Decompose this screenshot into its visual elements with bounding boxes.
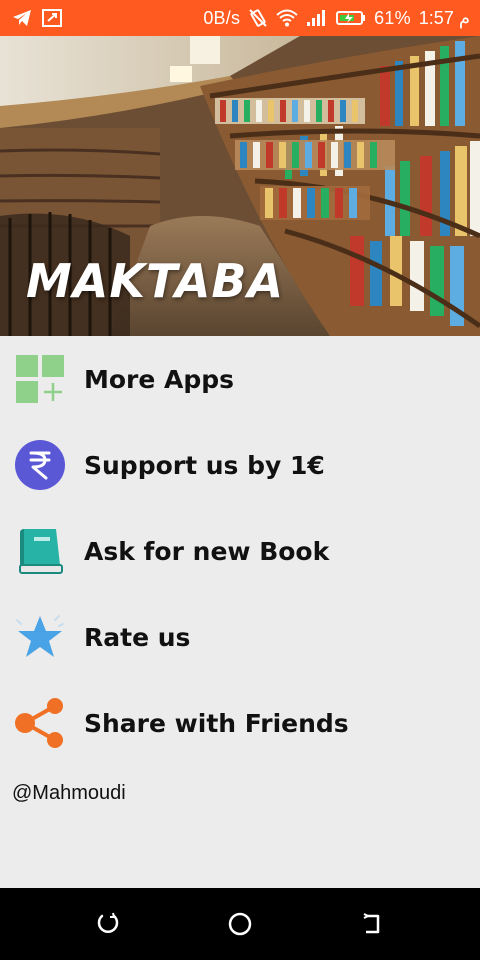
menu-item-support[interactable]: Support us by 1€ [0,422,480,508]
signal-icon [306,8,328,28]
status-left [12,8,62,28]
wifi-icon [276,8,298,28]
menu-item-ask-book[interactable]: Ask for new Book [0,508,480,594]
menu-item-share[interactable]: Share with Friends [0,680,480,766]
menu-item-label: More Apps [84,364,235,394]
network-speed: 0B/s [203,7,241,28]
battery-icon [336,8,366,28]
status-right: 0B/s 61% 1:57 م [203,8,470,29]
back-button[interactable] [353,904,393,944]
menu-item-label: Share with Friends [84,708,349,738]
developer-credit: @Mahmoudi [12,782,126,804]
battery-percent: 61% [374,7,411,28]
home-icon [228,912,252,936]
menu-item-label: Rate us [84,622,191,652]
vibrate-icon [248,8,268,28]
recent-apps-button[interactable] [87,904,127,944]
apps-grid-icon [12,351,68,407]
menu-item-label: Support us by 1€ [84,450,325,480]
share-icon [12,695,68,751]
telegram-icon [12,8,32,28]
drawer-menu: More Apps Support us by 1€ Ask for new B… [0,336,480,766]
book-icon [12,523,68,579]
navigation-bar [0,888,480,960]
menu-item-rate[interactable]: Rate us [0,594,480,680]
menu-item-more-apps[interactable]: More Apps [0,336,480,422]
menu-item-label: Ask for new Book [84,536,330,566]
app-title: MAKTABA [26,254,285,308]
back-icon [363,913,380,934]
screenshot-icon [42,8,62,28]
home-button[interactable] [220,904,260,944]
recent-apps-icon [97,912,118,933]
star-icon [12,609,68,665]
clock: 1:57 م [418,7,470,28]
header-banner: MAKTABA [0,36,480,336]
status-bar: 0B/s 61% 1:57 م [0,0,480,36]
rupee-coin-icon [12,437,68,493]
